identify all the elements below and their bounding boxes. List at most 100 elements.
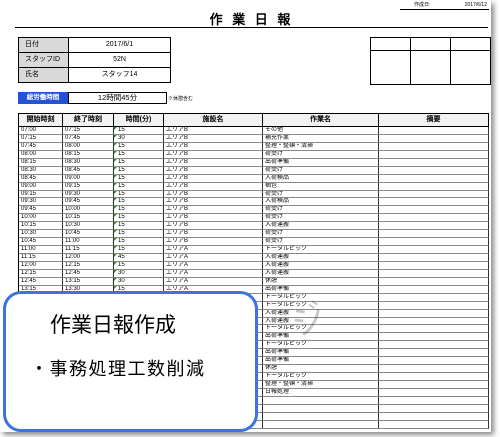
cell-note bbox=[379, 404, 489, 413]
cell-minutes: 15 bbox=[114, 261, 164, 270]
cell-end-time: 08:00 bbox=[63, 142, 114, 151]
date-label: 日付 bbox=[19, 38, 69, 53]
cell-start-time: 09:30 bbox=[19, 198, 63, 207]
cell-task: 入荷運搬 bbox=[263, 317, 379, 326]
cell-end-time: 10:15 bbox=[63, 214, 114, 223]
cell-minutes: 15 bbox=[114, 238, 164, 247]
cell-start-time: 11:00 bbox=[19, 246, 63, 254]
cell-note bbox=[379, 309, 489, 318]
cell-facility: エリアB bbox=[164, 214, 263, 223]
cell-note bbox=[379, 412, 489, 421]
cell-task: トータルピック bbox=[263, 373, 379, 381]
column-header-facility: 施設名 bbox=[164, 114, 263, 127]
stamp-header-cell bbox=[371, 38, 411, 51]
cell-end-time: 07:45 bbox=[63, 134, 114, 143]
cell-end-time: 12:00 bbox=[63, 254, 114, 262]
cell-minutes: 15 bbox=[114, 206, 164, 215]
cell-start-time: 08:00 bbox=[19, 150, 63, 159]
cell-end-time: 12:45 bbox=[63, 269, 114, 278]
cell-note bbox=[379, 238, 489, 247]
stamp-cell bbox=[371, 51, 411, 85]
cell-start-time: 07:00 bbox=[19, 127, 63, 135]
cell-facility: エリアB bbox=[164, 150, 263, 159]
total-hours-value: 12時間45分 bbox=[68, 92, 167, 104]
cell-start-time: 08:15 bbox=[19, 158, 63, 167]
cell-note bbox=[379, 357, 489, 366]
cell-minutes: 15 bbox=[114, 174, 164, 183]
cell-task: 日報処理 bbox=[263, 388, 379, 397]
cell-task: 出荷準備 bbox=[263, 158, 379, 167]
cell-facility: エリアA bbox=[164, 254, 263, 262]
cell-start-time: 10:15 bbox=[19, 222, 63, 231]
column-header-minutes: 時間(分) bbox=[114, 114, 164, 127]
stamp-cell bbox=[411, 51, 451, 85]
cell-facility: エリアB bbox=[164, 166, 263, 175]
cell-note bbox=[379, 301, 489, 310]
cell-task: 補充作業 bbox=[263, 134, 379, 143]
cell-task: 出荷準備 bbox=[263, 357, 379, 366]
cell-facility: エリアB bbox=[164, 238, 263, 247]
cell-start-time: 07:15 bbox=[19, 134, 63, 143]
cell-end-time: 10:45 bbox=[63, 230, 114, 239]
cell-note bbox=[379, 277, 489, 286]
cell-task: トータルピック bbox=[263, 293, 379, 302]
cell-facility: エリアA bbox=[164, 261, 263, 270]
callout-box: 作業日報作成 ・事務処理工数削減 bbox=[3, 291, 258, 432]
cell-task: 入荷運搬 bbox=[263, 222, 379, 231]
cell-end-time: 11:00 bbox=[63, 238, 114, 247]
cell-minutes: 15 bbox=[114, 150, 164, 159]
cell-start-time: 11:15 bbox=[19, 254, 63, 262]
cell-note bbox=[379, 317, 489, 326]
cell-end-time: 10:00 bbox=[63, 206, 114, 215]
cell-task: 入荷運搬 bbox=[263, 261, 379, 270]
cell-task: 整理・整頓・清掃 bbox=[263, 381, 379, 389]
staff-name-value: スタッフ14 bbox=[69, 68, 171, 83]
cell-end-time: 11:15 bbox=[63, 246, 114, 254]
created-date-label: 作成日: bbox=[414, 2, 431, 8]
cell-start-time: 08:30 bbox=[19, 166, 63, 175]
cell-facility: エリアB bbox=[164, 127, 263, 135]
cell-start-time: 09:45 bbox=[19, 206, 63, 215]
cell-note bbox=[379, 142, 489, 151]
cell-minutes: 15 bbox=[114, 182, 164, 191]
staff-id-value: 52N bbox=[69, 53, 171, 68]
cell-note bbox=[379, 246, 489, 254]
cell-note bbox=[379, 198, 489, 207]
staff-name-label: 氏名 bbox=[19, 68, 69, 83]
cell-minutes: 15 bbox=[114, 190, 164, 199]
cell-minutes: 30 bbox=[114, 277, 164, 286]
cell-start-time: 10:00 bbox=[19, 214, 63, 223]
cell-facility: エリアB bbox=[164, 134, 263, 143]
cell-facility: エリアB bbox=[164, 190, 263, 199]
cell-note bbox=[379, 349, 489, 358]
cell-note bbox=[379, 134, 489, 143]
cell-note bbox=[379, 333, 489, 342]
column-header-task: 作業名 bbox=[263, 114, 379, 127]
cell-start-time: 07:45 bbox=[19, 142, 63, 151]
cell-end-time: 12:15 bbox=[63, 261, 114, 270]
cell-task: 出荷準備 bbox=[263, 285, 379, 294]
cell-minutes: 30 bbox=[114, 269, 164, 278]
created-date-value: 2017/6/12 bbox=[464, 2, 487, 8]
cell-start-time: 10:45 bbox=[19, 238, 63, 247]
cell-start-time: 12:15 bbox=[19, 269, 63, 278]
cell-task: 梱包 bbox=[263, 182, 379, 191]
cell-note bbox=[379, 381, 489, 389]
cell-facility: エリアB bbox=[164, 182, 263, 191]
column-header-end-time: 終了時刻 bbox=[63, 114, 114, 127]
cell-task bbox=[263, 404, 379, 413]
cell-task: 出荷準備 bbox=[263, 333, 379, 342]
cell-facility: エリアA bbox=[164, 277, 263, 286]
cell-start-time: 09:15 bbox=[19, 190, 63, 199]
cell-end-time: 09:00 bbox=[63, 174, 114, 183]
cell-minutes: 15 bbox=[114, 246, 164, 254]
stamp-cell bbox=[451, 51, 491, 85]
cell-task: 荷受け bbox=[263, 150, 379, 159]
document-title: 作 業 日 報 bbox=[15, 12, 488, 28]
cell-task: 荷受け bbox=[263, 230, 379, 239]
cell-note bbox=[379, 373, 489, 381]
cell-task: 休憩 bbox=[263, 277, 379, 286]
cell-note bbox=[379, 388, 489, 397]
cell-note bbox=[379, 420, 489, 429]
cell-task: 休憩 bbox=[263, 365, 379, 374]
